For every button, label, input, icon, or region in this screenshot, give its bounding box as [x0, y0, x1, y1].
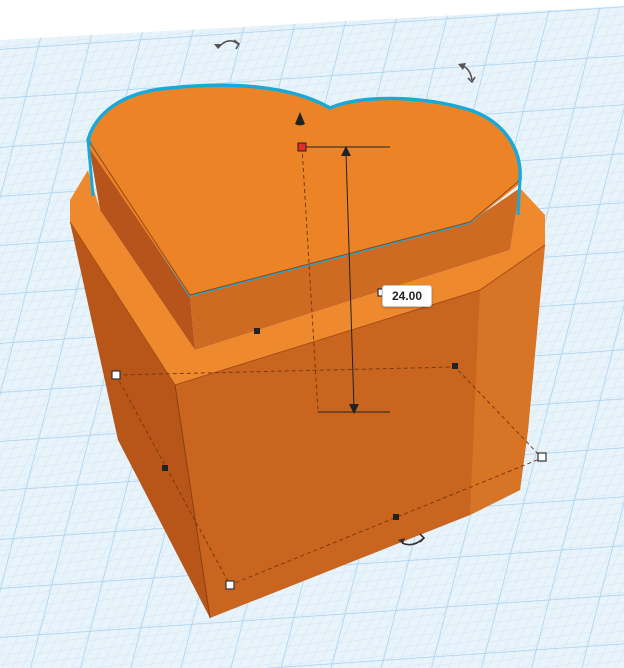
- workplane-canvas[interactable]: [0, 0, 624, 668]
- edge-handle-back[interactable]: [254, 328, 260, 334]
- height-handle[interactable]: [297, 142, 307, 152]
- height-value-input[interactable]: 24.00: [382, 285, 432, 307]
- corner-handle-front[interactable]: [225, 580, 235, 590]
- edge-handle-left[interactable]: [162, 465, 168, 471]
- edge-handle-front[interactable]: [393, 514, 399, 520]
- edge-handle-right[interactable]: [452, 363, 458, 369]
- corner-handle-right[interactable]: [537, 452, 547, 462]
- corner-handle-left[interactable]: [111, 370, 121, 380]
